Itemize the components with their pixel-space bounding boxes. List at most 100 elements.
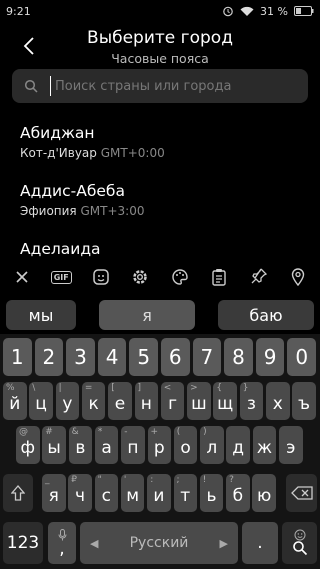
letter-key[interactable]: & в — [68, 426, 93, 464]
letter-key[interactable]: ! ь — [199, 474, 224, 512]
letter-key[interactable]: # ы — [42, 426, 66, 464]
letter-key[interactable]: } з — [239, 382, 264, 420]
letter-key[interactable]: + р — [147, 426, 171, 464]
key-label: ъ — [298, 394, 311, 414]
suggestion-middle[interactable]: я — [99, 300, 195, 330]
number-key[interactable]: 1 — [3, 338, 32, 376]
key-label: к — [88, 394, 99, 414]
key-hint: < — [163, 383, 172, 393]
pin-icon[interactable] — [245, 263, 273, 291]
key-hint: " — [97, 475, 102, 485]
key-label: т — [180, 486, 191, 506]
number-key[interactable]: 5 — [129, 338, 158, 376]
key-label: 5 — [137, 345, 151, 369]
key-label: м — [126, 486, 140, 506]
number-key[interactable]: 9 — [255, 338, 285, 376]
backspace-icon — [290, 486, 313, 500]
letter-key[interactable]: ₽ ч — [68, 474, 92, 512]
city-list: Абиджан Кот-д'Ивуар GMT+0:00 Аддис-Абеба… — [0, 112, 320, 258]
search-bar[interactable] — [12, 69, 308, 103]
letter-key[interactable]: @ ф — [16, 426, 40, 464]
letter-row-2: @ ф # ы & в * а - п + р(о) л д ж э — [0, 426, 320, 466]
letter-key[interactable]: ж — [252, 426, 277, 464]
settings-icon[interactable] — [126, 263, 154, 291]
letter-key[interactable]: ) л — [200, 426, 224, 464]
letter-key[interactable]: д — [226, 426, 250, 464]
search-key[interactable] — [282, 522, 317, 564]
number-key[interactable]: 4 — [97, 338, 127, 376]
number-key[interactable]: 0 — [287, 338, 316, 376]
period-key[interactable]: . — [242, 522, 278, 564]
shift-key[interactable] — [3, 474, 33, 512]
city-name: Абиджан — [20, 124, 95, 142]
letter-key[interactable]: (о — [173, 426, 198, 464]
letter-key[interactable]: ' м — [120, 474, 145, 512]
key-hint: ! — [202, 475, 207, 485]
letter-key[interactable]: ю — [252, 474, 276, 512]
number-row: 1234567890 — [0, 338, 320, 378]
status-time: 9:21 — [6, 4, 31, 18]
letter-key[interactable]: х — [266, 382, 290, 420]
letter-key[interactable]: = к — [81, 382, 106, 420]
number-key[interactable]: 8 — [224, 338, 253, 376]
numbers-key[interactable]: 123 — [3, 522, 43, 564]
clipboard-icon[interactable] — [205, 263, 233, 291]
city-item[interactable]: Абиджан Кот-д'Ивуар GMT+0:00 — [0, 112, 320, 170]
wifi-icon — [240, 6, 254, 16]
space-key[interactable]: ◀ Русский ▶ — [80, 522, 238, 564]
key-hint: ; — [176, 475, 180, 485]
letter-key[interactable]: % й — [3, 382, 27, 420]
key-label: 1 — [10, 345, 24, 369]
city-item[interactable]: Аддис-Абеба Эфиопия GMT+3:00 — [0, 170, 320, 228]
city-item[interactable]: Аделаида — [0, 228, 320, 258]
key-label: л — [206, 438, 218, 458]
letter-key[interactable]: [е — [108, 382, 132, 420]
close-icon[interactable] — [8, 263, 36, 291]
letter-key[interactable]: ; т — [173, 474, 197, 512]
letter-key[interactable]: ъ — [292, 382, 316, 420]
key-hint: # — [45, 427, 53, 437]
battery-icon — [294, 6, 314, 16]
key-label: 0 — [295, 345, 309, 369]
emoji-icon — [294, 526, 306, 546]
keyboard: 1234567890 % й \ ц | у = к[е] н < г > ш{щ} з х ъ @ ф # ы & в… — [0, 334, 320, 569]
comma-key[interactable]: , — [48, 522, 76, 564]
suggestion-left[interactable]: мы — [6, 300, 76, 330]
number-key[interactable]: 7 — [192, 338, 222, 376]
key-hint: } — [242, 383, 249, 393]
letter-key[interactable]: > ш — [187, 382, 211, 420]
search-input[interactable] — [50, 76, 308, 96]
city-country: Кот-д'Ивуар — [20, 146, 97, 160]
backspace-key[interactable] — [286, 474, 317, 512]
key-label: п — [127, 438, 139, 458]
letter-key[interactable]: * а — [94, 426, 119, 464]
suggestion-right[interactable]: баю — [218, 300, 314, 330]
letter-key[interactable]: {щ — [213, 382, 237, 420]
number-key[interactable]: 3 — [66, 338, 95, 376]
letter-key[interactable]: -п — [121, 426, 145, 464]
letter-key[interactable]: ? б — [226, 474, 250, 512]
alarm-icon — [223, 6, 233, 17]
letter-key[interactable]: э — [279, 426, 303, 464]
shift-arrow-icon — [11, 485, 25, 501]
number-key[interactable]: 6 — [161, 338, 190, 376]
letter-key[interactable]: ] н — [134, 382, 158, 420]
letter-key[interactable]: | у — [55, 382, 80, 420]
language-left-arrow-icon: ◀ — [90, 536, 99, 550]
gif-icon[interactable]: GIF — [47, 263, 75, 291]
key-hint: : — [150, 475, 154, 485]
letter-key[interactable]: \ ц — [29, 382, 53, 420]
key-label: ь — [206, 486, 217, 506]
letter-key[interactable]: " с — [94, 474, 119, 512]
number-key[interactable]: 2 — [34, 338, 64, 376]
letter-key[interactable]: < г — [160, 382, 185, 420]
theme-palette-icon[interactable] — [166, 263, 194, 291]
page-title: Выберите город — [87, 28, 233, 48]
sticker-icon[interactable] — [87, 263, 115, 291]
letter-key[interactable]: _ я — [42, 474, 66, 512]
key-label: 4 — [105, 345, 119, 369]
key-label: о — [180, 438, 191, 458]
letter-key[interactable]: :и — [147, 474, 171, 512]
location-icon[interactable] — [284, 263, 312, 291]
key-hint: ( — [176, 427, 181, 437]
